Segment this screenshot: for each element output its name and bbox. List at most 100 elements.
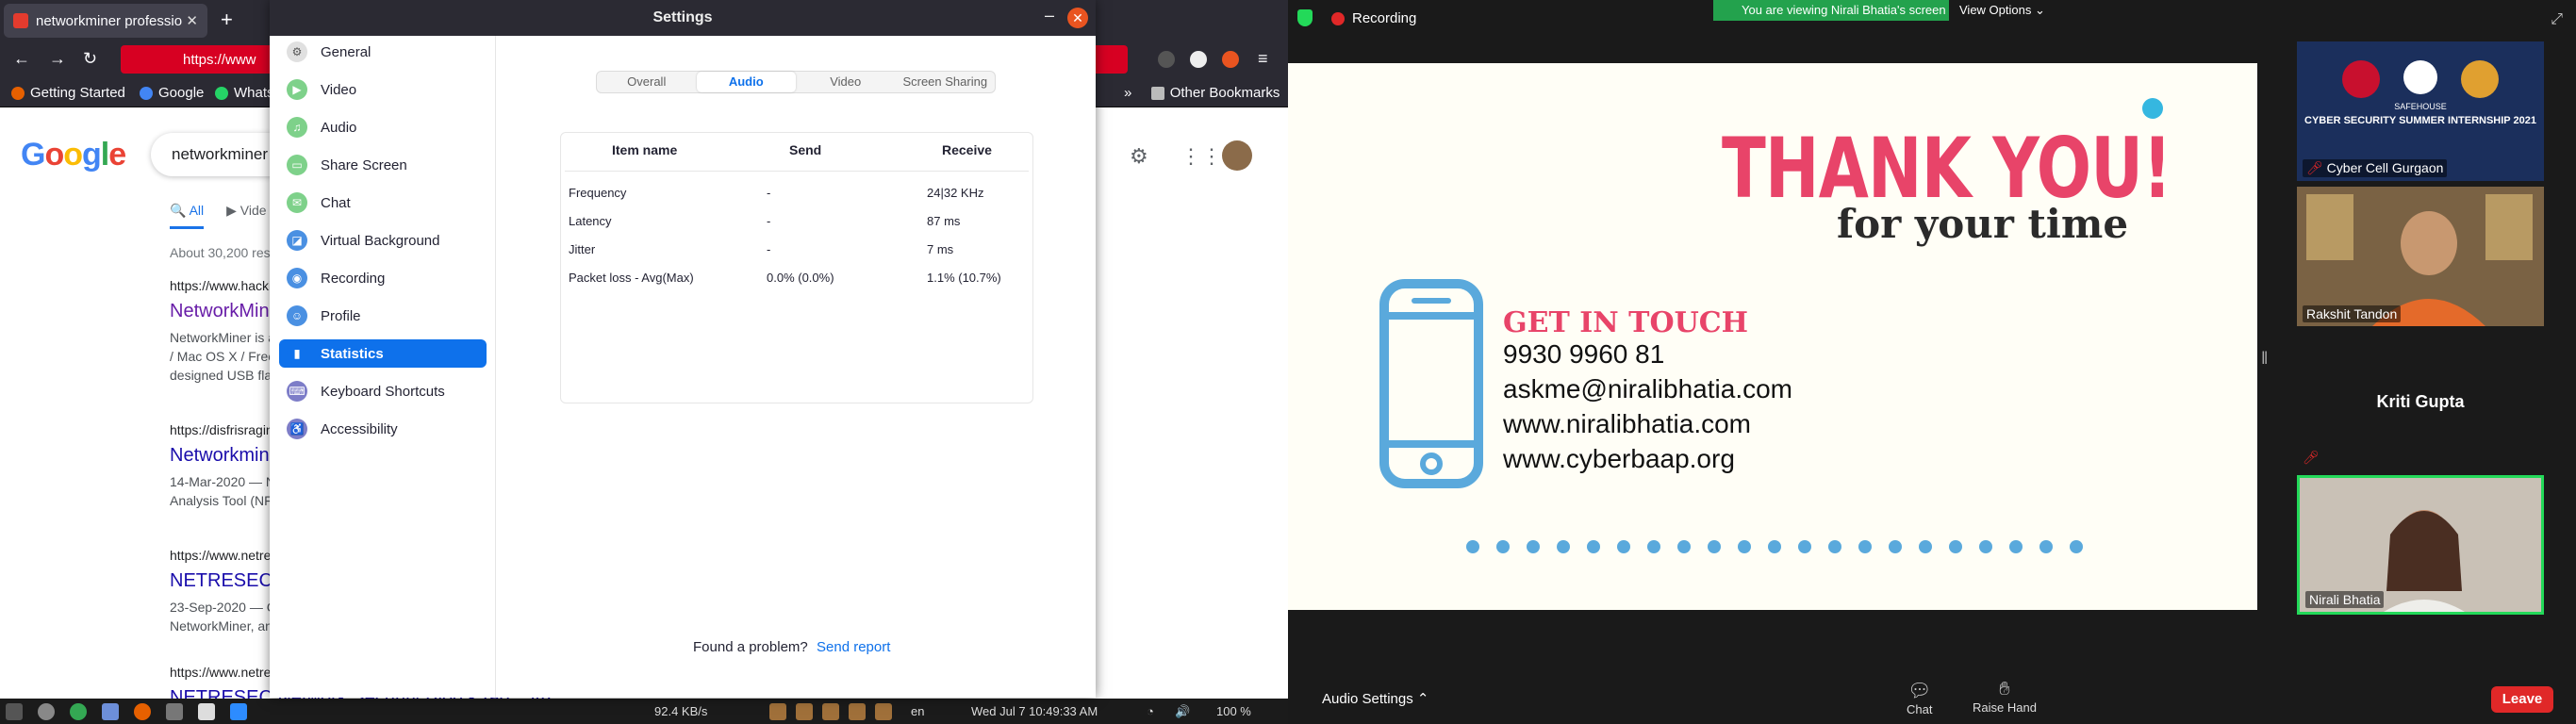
send-report-link[interactable]: Send report bbox=[817, 639, 890, 655]
recording-icon: ◉ bbox=[287, 268, 307, 288]
panel-resize-handle[interactable]: ‖ bbox=[2261, 349, 2268, 371]
pocket-icon[interactable] bbox=[1158, 51, 1175, 68]
bookmark-folder-other[interactable]: » Other Bookmarks bbox=[1124, 85, 1280, 101]
decorative-dot bbox=[1527, 540, 1540, 553]
tray-icon[interactable] bbox=[796, 703, 813, 720]
sidebar-item-share-screen[interactable]: ▭ Share Screen bbox=[279, 151, 487, 179]
tab-all[interactable]: 🔍 All bbox=[170, 203, 205, 229]
apps-grid-icon[interactable]: ⋮⋮ bbox=[1181, 144, 1222, 169]
sidebar-item-virtual-background[interactable]: ◪ Virtual Background bbox=[279, 226, 487, 255]
browser-tab[interactable]: networkminer professio ✕ bbox=[4, 4, 207, 38]
settings-title: Settings bbox=[270, 0, 1096, 36]
bookmark-google[interactable]: Google bbox=[140, 85, 204, 101]
headphone-icon: ♫ bbox=[287, 117, 307, 138]
tab-overall[interactable]: Overall bbox=[597, 72, 697, 92]
back-icon[interactable]: ← bbox=[13, 49, 30, 69]
tab-video[interactable]: Video bbox=[796, 72, 896, 92]
window-icon[interactable] bbox=[198, 703, 215, 720]
decorative-dot bbox=[1889, 540, 1902, 553]
settings-dialog: Settings – ✕ ⚙ General ▶ Video ♫ Audio ▭ Sha… bbox=[270, 0, 1096, 698]
chat-button[interactable]: 💬︎ Chat bbox=[1907, 679, 1932, 716]
stats-segment-control: Overall Audio Video Screen Sharing bbox=[596, 71, 996, 93]
decorative-dot bbox=[1496, 540, 1510, 553]
security-shield-icon[interactable] bbox=[1297, 9, 1313, 26]
sidebar-item-audio[interactable]: ♫ Audio bbox=[279, 113, 487, 141]
close-icon[interactable]: ✕ bbox=[1067, 8, 1088, 28]
participant-name: Rakshit Tandon bbox=[2303, 305, 2402, 322]
decorative-dot bbox=[1557, 540, 1570, 553]
stats-table: Item name Send Receive Frequency - 24|32… bbox=[560, 132, 1033, 403]
participant-name: Nirali Bhatia bbox=[2305, 591, 2385, 608]
bookmark-getting-started[interactable]: Getting Started bbox=[11, 85, 125, 101]
avatar[interactable] bbox=[1222, 140, 1252, 171]
clock[interactable]: Wed Jul 7 10:49:33 AM bbox=[971, 704, 1098, 718]
chevron-up-icon: ⌃ bbox=[1416, 691, 1429, 707]
sidebar-item-general[interactable]: ⚙ General bbox=[279, 38, 487, 66]
menu-icon[interactable]: ≡ bbox=[1258, 49, 1268, 69]
stat-send: - bbox=[767, 242, 771, 256]
decorative-dot bbox=[1768, 540, 1781, 553]
fullscreen-icon[interactable]: ⤢ bbox=[2551, 11, 2563, 28]
forward-icon[interactable]: → bbox=[49, 49, 66, 69]
video-icon: ▶ bbox=[287, 79, 307, 100]
slide-subline: for your time bbox=[1837, 201, 2129, 247]
meeting-controls-bar: Audio Settings ⌃ 💬︎ Chat ✋︎ Raise Hand Lea… bbox=[1288, 666, 2576, 724]
tab-videos[interactable]: ▶ Vide bbox=[226, 203, 266, 229]
gear-icon[interactable]: ⚙ bbox=[1130, 144, 1148, 169]
participant-tile[interactable]: Rakshit Tandon bbox=[2297, 187, 2544, 326]
new-tab-button[interactable]: + bbox=[221, 8, 233, 32]
stat-receive: 87 ms bbox=[927, 214, 961, 228]
tab-audio[interactable]: Audio bbox=[696, 72, 796, 92]
sidebar-item-profile[interactable]: ☺ Profile bbox=[279, 302, 487, 330]
stat-item: Frequency bbox=[569, 186, 627, 200]
firefox-icon[interactable] bbox=[134, 703, 151, 720]
terminal-icon[interactable] bbox=[166, 703, 183, 720]
participant-tile-active-speaker[interactable]: Nirali Bhatia bbox=[2297, 475, 2544, 615]
chat-icon: ✉ bbox=[287, 192, 307, 213]
sidebar-item-statistics[interactable]: ▮ Statistics bbox=[279, 339, 487, 368]
decorative-dot bbox=[2009, 540, 2023, 553]
google-logo[interactable]: Google bbox=[21, 137, 126, 173]
sidebar-item-recording[interactable]: ◉ Recording bbox=[279, 264, 487, 292]
tray-icon[interactable] bbox=[875, 703, 892, 720]
decorative-dot bbox=[1949, 540, 1962, 553]
audio-settings-button[interactable]: Audio Settings ⌃ bbox=[1322, 690, 1428, 707]
extension-icon[interactable] bbox=[1190, 51, 1207, 68]
participant-tile[interactable]: SAFEHOUSE CYBER SECURITY SUMMER INTERNSH… bbox=[2297, 41, 2544, 181]
sidebar-item-keyboard-shortcuts[interactable]: ⌨ Keyboard Shortcuts bbox=[279, 377, 487, 405]
wifi-icon[interactable]: ◔ bbox=[1147, 704, 1154, 718]
sidebar-item-chat[interactable]: ✉ Chat bbox=[279, 189, 487, 217]
whatsapp-icon bbox=[215, 86, 228, 100]
leave-button[interactable]: Leave bbox=[2491, 686, 2553, 713]
muted-mic-icon: 🎤︎ bbox=[2306, 160, 2323, 175]
stat-receive: 7 ms bbox=[927, 242, 954, 256]
stat-item: Packet loss - Avg(Max) bbox=[569, 271, 694, 285]
system-icon[interactable] bbox=[38, 703, 55, 720]
participant-tile[interactable]: Kriti Gupta 🎤︎ bbox=[2297, 330, 2544, 469]
language-indicator[interactable]: en bbox=[911, 704, 924, 718]
reload-icon[interactable]: ↻ bbox=[83, 49, 97, 69]
profile-icon[interactable] bbox=[1222, 51, 1239, 68]
column-header: Send bbox=[789, 142, 822, 157]
close-tab-icon[interactable]: ✕ bbox=[186, 12, 198, 29]
apps-menu-icon[interactable] bbox=[6, 703, 23, 720]
battery-level[interactable]: 100 % bbox=[1216, 704, 1251, 718]
volume-icon[interactable]: 🔊 bbox=[1175, 704, 1190, 719]
view-options-button[interactable]: View Options ⌄ bbox=[1959, 0, 2045, 21]
tray-icon[interactable] bbox=[849, 703, 866, 720]
minimize-icon[interactable]: – bbox=[1045, 6, 1054, 25]
hand-icon: ✋︎ bbox=[1999, 679, 2010, 699]
files-icon[interactable] bbox=[102, 703, 119, 720]
tray-icon[interactable] bbox=[769, 703, 786, 720]
sidebar-item-accessibility[interactable]: ♿ Accessibility bbox=[279, 415, 487, 443]
bookmark-whatsapp[interactable]: Whats bbox=[215, 85, 274, 101]
raise-hand-button[interactable]: ✋︎ Raise Hand bbox=[1973, 679, 2037, 715]
tray-icon[interactable] bbox=[822, 703, 839, 720]
chrome-icon[interactable] bbox=[70, 703, 87, 720]
tab-screen-sharing[interactable]: Screen Sharing bbox=[896, 72, 996, 92]
recording-indicator[interactable]: Recording bbox=[1331, 10, 1416, 26]
sidebar-item-video[interactable]: ▶ Video bbox=[279, 75, 487, 104]
zoom-icon[interactable] bbox=[230, 703, 247, 720]
tile-banner: CYBER SECURITY SUMMER INTERNSHIP 2021 bbox=[2304, 115, 2536, 126]
meeting-top-bar: Recording You are viewing Nirali Bhatia'… bbox=[1288, 0, 2576, 36]
